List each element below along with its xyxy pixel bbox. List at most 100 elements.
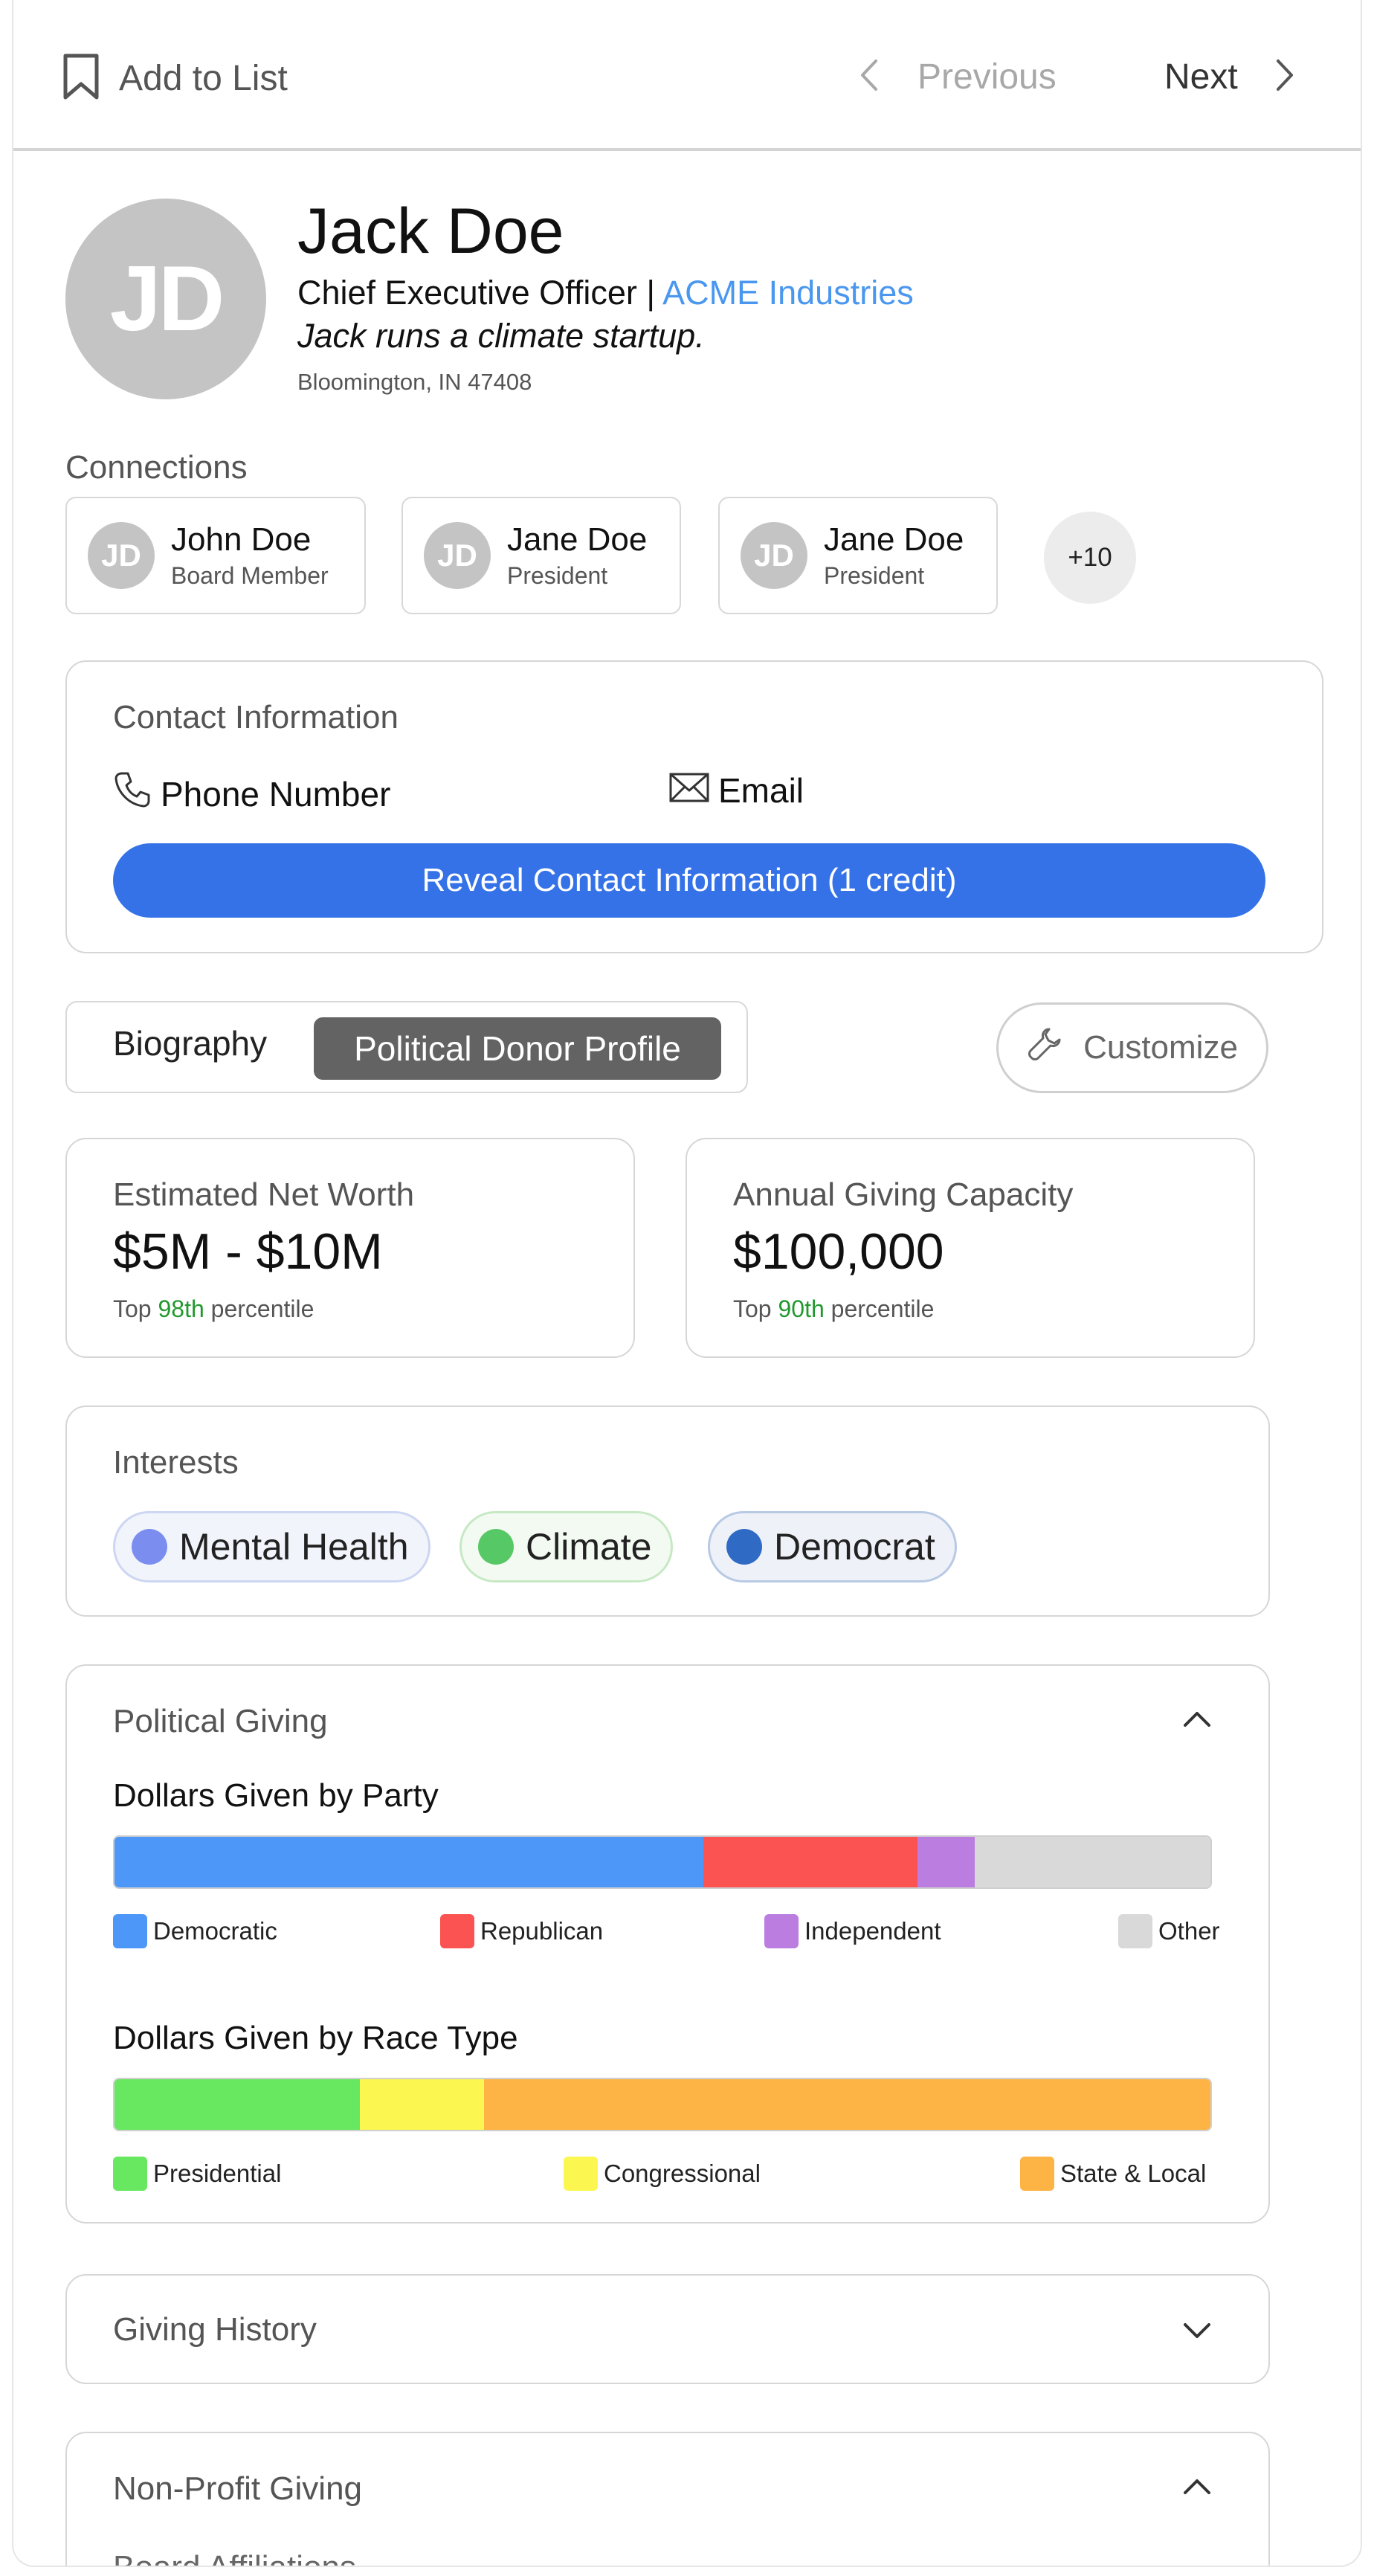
stat-percentile: Top 98th percentile	[113, 1295, 314, 1323]
legend-item: Independent	[764, 1914, 941, 1948]
interest-chip[interactable]: Climate	[459, 1511, 674, 1582]
political-giving-card: Political Giving Dollars Given by Party …	[65, 1664, 1270, 2224]
percentile-value: 98th	[158, 1295, 204, 1322]
mail-icon	[669, 770, 709, 811]
profile-location: Bloomington, IN 47408	[297, 369, 532, 395]
party-chart-title: Dollars Given by Party	[113, 1777, 439, 1814]
stat-label: Annual Giving Capacity	[733, 1176, 1074, 1213]
title-separator: |	[646, 274, 656, 312]
race-segment	[115, 2079, 361, 2130]
connection-name: Jane Doe	[824, 521, 964, 558]
job-title: Chief Executive Officer	[297, 274, 637, 312]
percentile-prefix: Top	[733, 1295, 772, 1322]
contact-title: Contact Information	[113, 699, 399, 735]
legend-swatch	[113, 1914, 147, 1948]
connection-avatar: JD	[424, 522, 491, 589]
party-segment	[703, 1837, 918, 1887]
percentile-prefix: Top	[113, 1295, 152, 1322]
profile-bio: Jack runs a climate startup.	[297, 317, 705, 355]
previous-button[interactable]: Previous	[859, 57, 1057, 97]
wrench-icon	[1027, 1026, 1062, 1070]
interest-label: Mental Health	[179, 1526, 409, 1568]
phone-label: Phone Number	[161, 774, 391, 814]
interest-dot	[478, 1529, 514, 1565]
board-affiliations-title: Board Affiliations	[113, 2549, 356, 2566]
chevron-up-icon[interactable]	[1182, 1709, 1212, 1732]
legend-label: Republican	[480, 1917, 604, 1945]
interest-dot	[726, 1529, 762, 1565]
legend-label: Democratic	[153, 1917, 277, 1945]
stat-value: $100,000	[733, 1223, 944, 1280]
legend-swatch	[764, 1914, 799, 1948]
legend-label: Congressional	[604, 2160, 761, 2187]
chevron-right-icon	[1275, 59, 1294, 95]
profile-tabs: Biography Political Donor Profile	[65, 1001, 748, 1093]
email-label: Email	[718, 771, 804, 810]
race-segment	[360, 2079, 484, 2130]
legend-label: Independent	[804, 1917, 941, 1945]
connection-avatar: JD	[741, 522, 807, 589]
legend-item: Congressional	[564, 2157, 761, 2191]
connection-card[interactable]: JD Jane Doe President	[718, 497, 998, 614]
stat-percentile: Top 90th percentile	[733, 1295, 934, 1323]
interest-label: Democrat	[774, 1526, 935, 1568]
bookmark-icon	[62, 54, 100, 103]
race-chart-title: Dollars Given by Race Type	[113, 2020, 518, 2056]
more-connections-button[interactable]: +10	[1044, 512, 1136, 604]
connection-role: Board Member	[171, 561, 329, 589]
giving-capacity-card: Annual Giving Capacity $100,000 Top 90th…	[686, 1138, 1255, 1358]
chevron-down-icon[interactable]	[1182, 2322, 1212, 2345]
next-label: Next	[1164, 57, 1238, 97]
previous-label: Previous	[917, 57, 1057, 97]
legend-item: Democratic	[113, 1914, 277, 1948]
phone-icon	[113, 770, 152, 817]
legend-swatch	[440, 1914, 474, 1948]
legend-swatch	[113, 2157, 147, 2191]
interest-chip[interactable]: Mental Health	[113, 1511, 430, 1582]
nonprofit-giving-title: Non-Profit Giving	[113, 2470, 363, 2507]
connection-card[interactable]: JD John Doe Board Member	[65, 497, 366, 614]
legend-swatch	[1020, 2157, 1054, 2191]
legend-item: Republican	[440, 1914, 603, 1948]
percentile-suffix: percentile	[210, 1295, 315, 1322]
party-segment	[115, 1837, 703, 1887]
tab-biography[interactable]: Biography	[113, 1023, 267, 1063]
top-bar: Add to List Previous Next	[13, 0, 1361, 151]
connection-role: President	[824, 561, 925, 589]
chevron-left-icon	[859, 59, 879, 95]
legend-item: State & Local	[1020, 2157, 1206, 2191]
chevron-up-icon[interactable]	[1182, 2476, 1212, 2499]
connection-name: Jane Doe	[507, 521, 648, 558]
net-worth-card: Estimated Net Worth $5M - $10M Top 98th …	[65, 1138, 635, 1358]
add-to-list-label: Add to List	[119, 59, 288, 98]
reveal-contact-button[interactable]: Reveal Contact Information (1 credit)	[113, 843, 1265, 918]
connection-name: John Doe	[171, 521, 312, 558]
legend-swatch	[1118, 1914, 1152, 1948]
party-segment	[917, 1837, 975, 1887]
legend-label: State & Local	[1060, 2160, 1207, 2187]
connection-card[interactable]: JD Jane Doe President	[401, 497, 681, 614]
legend-swatch	[564, 2157, 598, 2191]
interest-chip[interactable]: Democrat	[708, 1511, 957, 1582]
party-stacked-bar	[113, 1835, 1212, 1889]
customize-label: Customize	[1083, 1029, 1238, 1066]
stat-value: $5M - $10M	[113, 1223, 383, 1280]
interests-card: Interests Mental Health Climate Democrat	[65, 1405, 1270, 1617]
next-button[interactable]: Next	[1164, 57, 1294, 97]
profile-role: Chief Executive Officer | ACME Industrie…	[297, 274, 914, 312]
tab-political-donor-profile[interactable]: Political Donor Profile	[314, 1017, 721, 1080]
phone-item: Phone Number	[113, 770, 390, 817]
percentile-suffix: percentile	[830, 1295, 935, 1322]
giving-history-card[interactable]: Giving History	[65, 2274, 1270, 2384]
add-to-list-button[interactable]: Add to List	[62, 54, 288, 103]
connections-title: Connections	[65, 449, 248, 486]
giving-history-title: Giving History	[113, 2311, 317, 2348]
company-link[interactable]: ACME Industries	[662, 274, 914, 312]
avatar-initials: JD	[109, 248, 225, 350]
connection-avatar: JD	[88, 522, 155, 589]
contact-card: Contact Information Phone Number Email R…	[65, 660, 1323, 953]
customize-button[interactable]: Customize	[996, 1002, 1268, 1093]
avatar: JD	[65, 199, 266, 399]
email-item: Email	[669, 770, 804, 811]
interest-dot	[132, 1529, 167, 1565]
